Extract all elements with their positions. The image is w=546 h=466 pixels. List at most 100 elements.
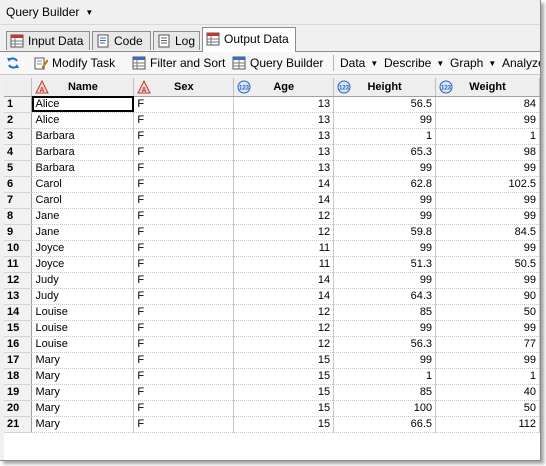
cell-sex[interactable]: F [133,288,235,305]
cell-height[interactable]: 59.8 [333,224,437,241]
cell-height[interactable]: 56.5 [333,96,437,113]
cell-age[interactable]: 14 [233,288,335,305]
column-header-sex[interactable]: A Sex [133,78,235,97]
cell-height[interactable]: 100 [333,400,437,417]
cell-sex[interactable]: F [133,176,235,193]
cell-sex[interactable]: F [133,256,235,273]
cell-weight[interactable]: 77 [435,336,540,353]
cell-weight[interactable]: 99 [435,272,540,289]
cell-name[interactable]: Jane [31,224,135,241]
table-row[interactable]: 8 Jane F 12 99 99 [4,208,540,225]
cell-height[interactable]: 99 [333,272,437,289]
graph-menu-button[interactable]: Graph ▼ [450,54,496,72]
cell-age[interactable]: 15 [233,352,335,369]
cell-name[interactable]: Barbara [31,128,135,145]
analyze-menu-button[interactable]: Analyze [502,54,540,72]
data-menu-button[interactable]: Data ▼ [340,54,378,72]
row-number[interactable]: 9 [4,224,33,241]
row-number[interactable]: 12 [4,272,33,289]
cell-name[interactable]: Barbara [31,144,135,161]
row-number[interactable]: 14 [4,304,33,321]
cell-age[interactable]: 12 [233,336,335,353]
table-row[interactable]: 10 Joyce F 11 99 99 [4,240,540,257]
row-number[interactable]: 8 [4,208,33,225]
cell-sex[interactable]: F [133,144,235,161]
row-number[interactable]: 13 [4,288,33,305]
cell-weight[interactable]: 84.5 [435,224,540,241]
table-row[interactable]: 18 Mary F 15 1 1 [4,368,540,385]
cell-weight[interactable]: 50 [435,304,540,321]
tab-output-data[interactable]: Output Data [202,27,296,52]
cell-sex[interactable]: F [133,368,235,385]
cell-weight[interactable]: 84 [435,96,540,113]
cell-age[interactable]: 15 [233,400,335,417]
cell-weight[interactable]: 1 [435,368,540,385]
cell-age[interactable]: 12 [233,224,335,241]
row-number[interactable]: 2 [4,112,33,129]
row-number[interactable]: 5 [4,160,33,177]
cell-name[interactable]: Mary [31,384,135,401]
cell-sex[interactable]: F [133,352,235,369]
cell-sex[interactable]: F [133,192,235,209]
cell-age[interactable]: 15 [233,416,335,433]
cell-sex[interactable]: F [133,384,235,401]
cell-height[interactable]: 99 [333,192,437,209]
cell-weight[interactable]: 99 [435,352,540,369]
cell-name[interactable]: Joyce [31,240,135,257]
cell-sex[interactable]: F [133,336,235,353]
cell-height[interactable]: 85 [333,384,437,401]
cell-age[interactable]: 11 [233,240,335,257]
tab-input-data[interactable]: Input Data [6,31,90,50]
cell-sex[interactable]: F [133,304,235,321]
cell-name[interactable]: Louise [31,304,135,321]
cell-age[interactable]: 13 [233,144,335,161]
table-row[interactable]: 11 Joyce F 11 51.3 50.5 [4,256,540,273]
cell-name[interactable]: Barbara [31,160,135,177]
cell-weight[interactable]: 102.5 [435,176,540,193]
row-number[interactable]: 1 [4,96,33,113]
cell-height[interactable]: 51.3 [333,256,437,273]
cell-age[interactable]: 14 [233,192,335,209]
cell-weight[interactable]: 1 [435,128,540,145]
cell-height[interactable]: 62.8 [333,176,437,193]
table-row[interactable]: 3 Barbara F 13 1 1 [4,128,540,145]
cell-weight[interactable]: 90 [435,288,540,305]
cell-age[interactable]: 15 [233,368,335,385]
cell-name[interactable]: Louise [31,336,135,353]
cell-height[interactable]: 99 [333,320,437,337]
table-row[interactable]: 4 Barbara F 13 65.3 98 [4,144,540,161]
cell-weight[interactable]: 99 [435,320,540,337]
cell-weight[interactable]: 40 [435,384,540,401]
cell-sex[interactable]: F [133,128,235,145]
table-row[interactable]: 14 Louise F 12 85 50 [4,304,540,321]
row-number[interactable]: 6 [4,176,33,193]
cell-name[interactable]: Louise [31,320,135,337]
cell-sex[interactable]: F [133,416,235,433]
column-header-name[interactable]: A Name [31,78,135,97]
cell-height[interactable]: 64.3 [333,288,437,305]
table-row[interactable]: 17 Mary F 15 99 99 [4,352,540,369]
cell-height[interactable]: 99 [333,352,437,369]
cell-name[interactable]: Mary [31,352,135,369]
cell-name[interactable]: Jane [31,208,135,225]
cell-age[interactable]: 12 [233,304,335,321]
column-header-age[interactable]: 123 Age [233,78,335,97]
cell-weight[interactable]: 99 [435,192,540,209]
tab-code[interactable]: Code [92,31,151,50]
cell-name[interactable]: Mary [31,416,135,433]
cell-name[interactable]: Alice [31,96,135,113]
table-row[interactable]: 5 Barbara F 13 99 99 [4,160,540,177]
cell-weight[interactable]: 50 [435,400,540,417]
cell-weight[interactable]: 50.5 [435,256,540,273]
filter-and-sort-button[interactable]: Filter and Sort [132,54,225,72]
cell-height[interactable]: 99 [333,112,437,129]
cell-sex[interactable]: F [133,208,235,225]
column-header-height[interactable]: 123 Height [333,78,437,97]
cell-sex[interactable]: F [133,400,235,417]
cell-name[interactable]: Alice [31,112,135,129]
tab-log[interactable]: Log [153,31,200,50]
cell-name[interactable]: Mary [31,368,135,385]
corner-cell[interactable] [4,78,33,97]
cell-sex[interactable]: F [133,272,235,289]
cell-height[interactable]: 99 [333,208,437,225]
